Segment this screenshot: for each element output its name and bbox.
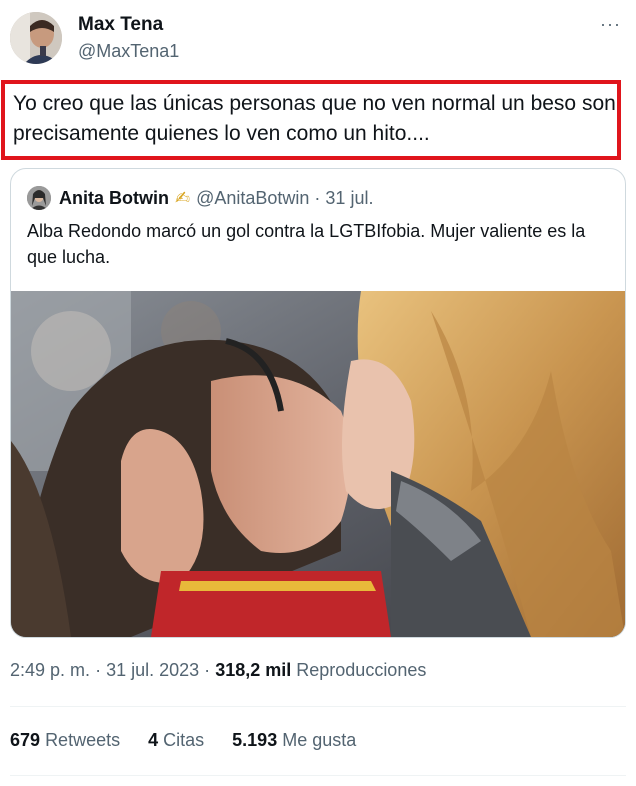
- quoted-author-handle[interactable]: @AnitaBotwin: [196, 188, 309, 209]
- writing-hand-icon: ✍: [175, 187, 191, 208]
- tweet-meta: 2:49 p. m. · 31 jul. 2023 · 318,2 mil Re…: [10, 660, 426, 681]
- tweet-date[interactable]: 31 jul. 2023: [106, 660, 199, 680]
- quoted-author-name[interactable]: Anita Botwin: [59, 188, 169, 209]
- views-label: Reproducciones: [296, 660, 427, 680]
- tweet-text: Yo creo que las únicas personas que no v…: [13, 92, 616, 145]
- retweets-count: 679: [10, 730, 41, 750]
- views-count: 318,2 mil: [215, 660, 292, 680]
- quoted-avatar[interactable]: [27, 186, 51, 210]
- meta-separator: ·: [204, 660, 211, 680]
- likes-stat[interactable]: 5.193 Me gusta: [232, 730, 356, 751]
- engagement-stats: 679 Retweets 4 Citas 5.193 Me gusta: [10, 730, 356, 751]
- quoted-photo[interactable]: [11, 291, 625, 637]
- tweet-time[interactable]: 2:49 p. m.: [10, 660, 90, 680]
- quoted-date[interactable]: 31 jul.: [325, 188, 373, 209]
- retweets-label: Retweets: [45, 730, 121, 750]
- more-options-icon[interactable]: ···: [600, 14, 621, 35]
- quotes-count: 4: [148, 730, 159, 750]
- divider: [10, 706, 626, 707]
- highlight-box: Yo creo que las únicas personas que no v…: [1, 80, 621, 160]
- quotes-label: Citas: [163, 730, 205, 750]
- quoted-header: Anita Botwin ✍ @AnitaBotwin · 31 jul.: [27, 185, 373, 211]
- author-avatar[interactable]: [10, 12, 62, 64]
- quotes-stat[interactable]: 4 Citas: [148, 730, 204, 751]
- likes-count: 5.193: [232, 730, 278, 750]
- quoted-separator: ·: [314, 187, 321, 208]
- author-handle[interactable]: @MaxTena1: [78, 41, 179, 62]
- divider: [10, 775, 626, 776]
- retweets-stat[interactable]: 679 Retweets: [10, 730, 120, 751]
- quoted-tweet[interactable]: Anita Botwin ✍ @AnitaBotwin · 31 jul. Al…: [10, 168, 626, 638]
- quoted-text: Alba Redondo marcó un gol contra la LGTB…: [27, 221, 586, 267]
- likes-label: Me gusta: [282, 730, 357, 750]
- author-name[interactable]: Max Tena: [78, 14, 163, 36]
- meta-separator: ·: [95, 660, 102, 680]
